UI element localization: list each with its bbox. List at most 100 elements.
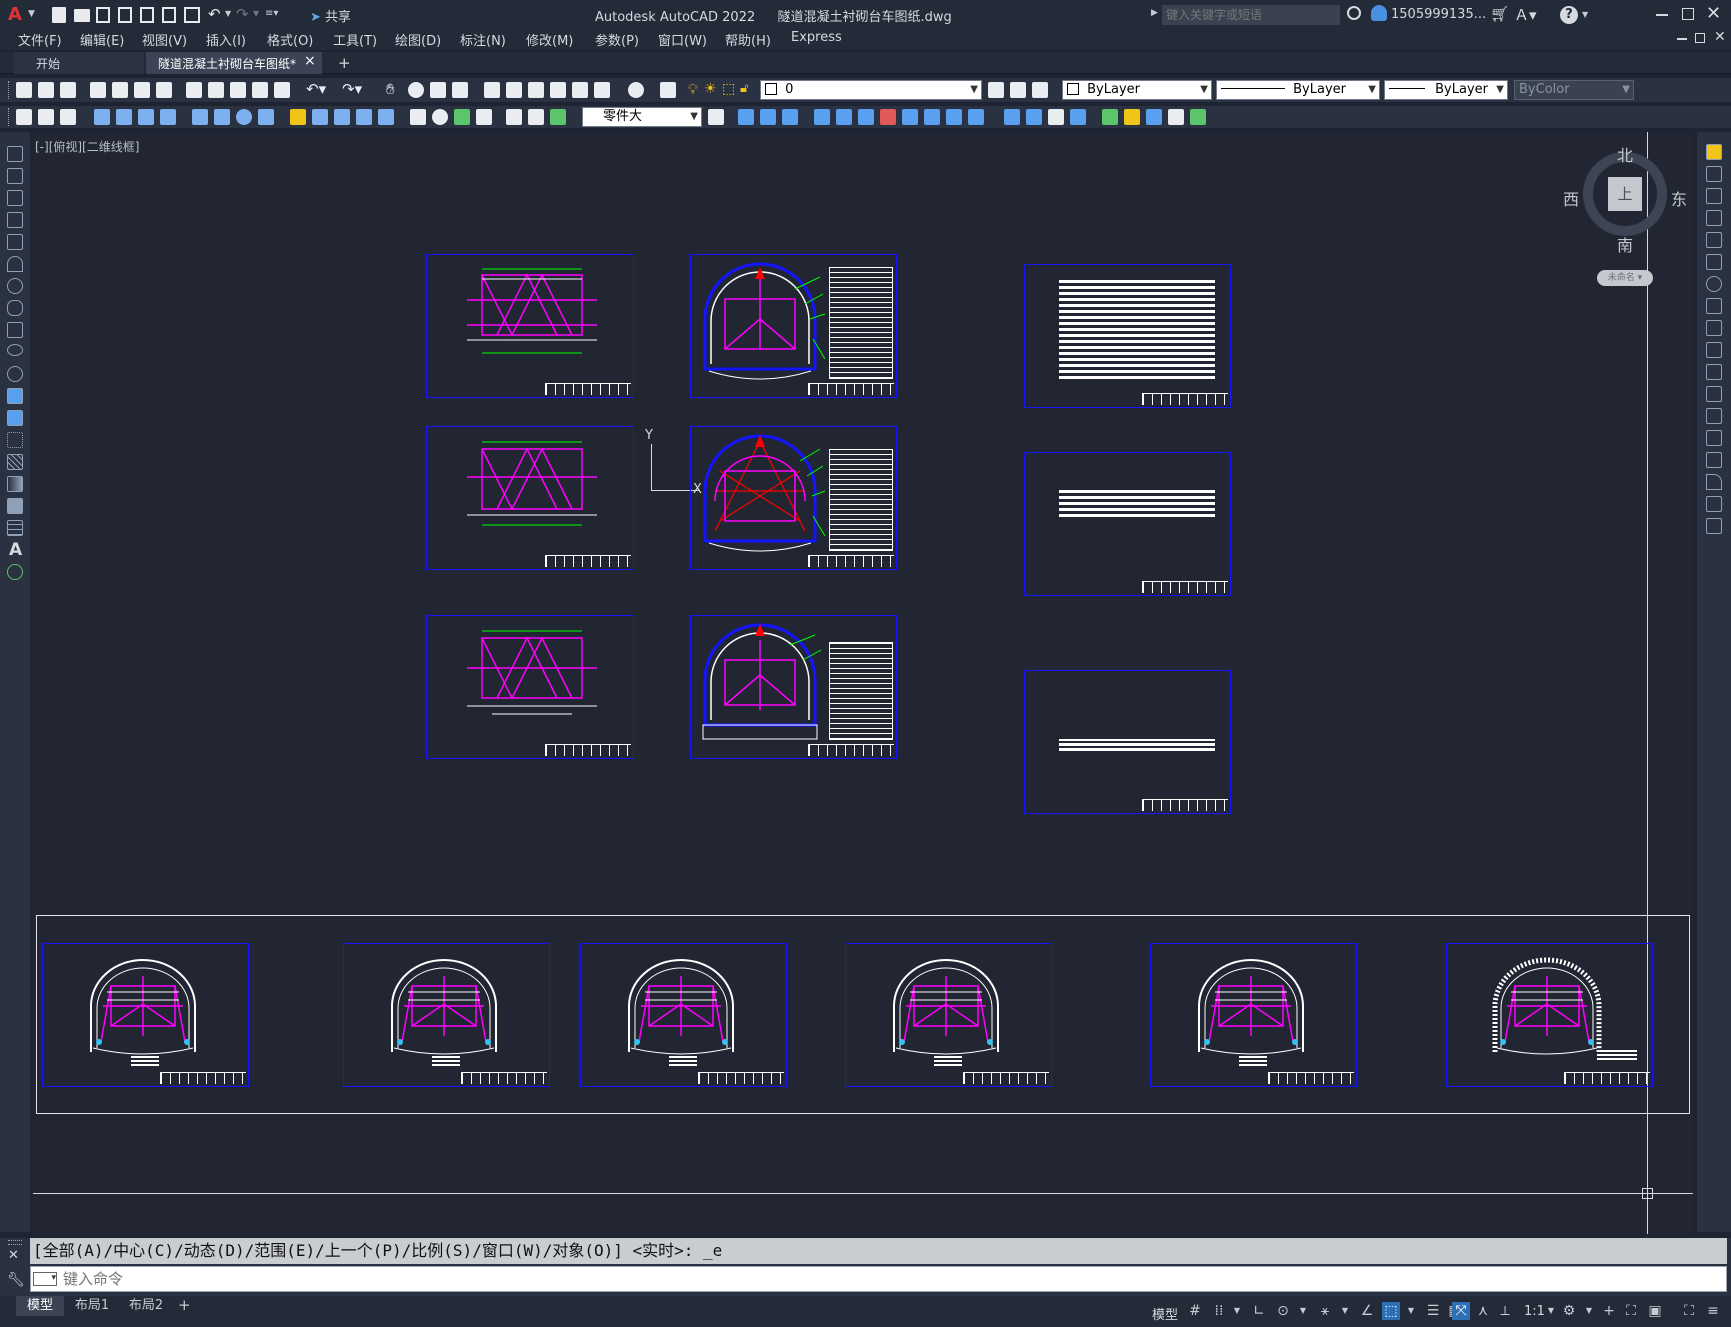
dim-edit-icon[interactable] (506, 109, 522, 125)
grid-icon[interactable]: # (1186, 1302, 1204, 1320)
explode-icon[interactable] (1706, 518, 1722, 534)
modify-d-icon[interactable] (814, 109, 830, 125)
dim-break-icon[interactable] (378, 109, 394, 125)
quick-dim-icon[interactable] (290, 109, 306, 125)
viewcube-top-face[interactable]: 上 (1608, 177, 1642, 211)
annotation-visibility-icon[interactable]: ⋏ (1474, 1302, 1492, 1320)
compass-east-label[interactable]: 东 (1671, 186, 1687, 210)
search-icon[interactable] (1347, 6, 1361, 20)
clean-screen-icon[interactable]: ⛶ (1680, 1302, 1698, 1320)
save-icon[interactable] (96, 7, 110, 23)
workspace-dropdown-icon[interactable]: ▼ (1580, 1302, 1598, 1320)
quickcalc-icon[interactable] (594, 82, 610, 98)
command-input[interactable] (63, 1269, 1663, 1289)
layer-states-icon[interactable] (1032, 82, 1048, 98)
drawing-sheet-section-2[interactable] (690, 426, 897, 570)
diameter-dim-icon[interactable] (236, 109, 252, 125)
tool-c-icon[interactable] (60, 109, 76, 125)
scale-icon[interactable] (1706, 298, 1722, 314)
add-selected-icon[interactable] (7, 564, 23, 580)
undo-icon[interactable]: ↶▾ (306, 80, 326, 98)
save-web-icon[interactable] (162, 7, 176, 23)
share-button[interactable]: ➤ 共享 (310, 6, 351, 25)
modify-t-icon[interactable] (1190, 109, 1206, 125)
block-editor-icon[interactable] (274, 82, 290, 98)
tool-palettes-icon[interactable] (528, 82, 544, 98)
polar-dropdown-icon[interactable]: ▼ (1294, 1302, 1312, 1320)
spline-icon[interactable] (7, 322, 23, 338)
modify-k-icon[interactable] (968, 109, 984, 125)
copy-icon[interactable] (208, 82, 224, 98)
drawing-sheet-notes-2[interactable] (1024, 452, 1231, 596)
selection-cycling-icon[interactable]: ⤧ (1452, 1302, 1470, 1320)
drawing-sheet-elevation-1[interactable] (426, 254, 634, 398)
zoom-realtime-icon[interactable] (408, 82, 424, 98)
autocad-logo-icon[interactable]: A (8, 5, 28, 25)
modify-l-icon[interactable] (1004, 109, 1020, 125)
menu-parametric[interactable]: 参数(P) (595, 30, 639, 49)
ortho-icon[interactable]: ∟ (1250, 1302, 1268, 1320)
recent-commands-icon[interactable]: ▾ (33, 1272, 57, 1286)
help-icon[interactable]: ? (1560, 6, 1578, 24)
drawing-canvas[interactable]: [-][俯视][二维线框] Y X 上 北 南 东 西 未命名 ▾ (33, 132, 1693, 1234)
menu-dimension[interactable]: 标注(N) (460, 30, 506, 49)
help-dropdown-icon[interactable]: ▼ (1582, 10, 1588, 19)
workspace-gear-icon[interactable]: ⚙ (1560, 1302, 1578, 1320)
autodesk-app-icon[interactable]: Ａ▾ (1514, 4, 1537, 25)
viewcube[interactable]: 上 北 南 东 西 未命名 ▾ (1563, 146, 1687, 286)
modify-b-icon[interactable] (760, 109, 776, 125)
drawing-sheet-cross-section[interactable] (1446, 943, 1653, 1087)
open-file-icon[interactable] (74, 9, 90, 22)
plot-icon[interactable] (90, 82, 106, 98)
color-dropdown[interactable]: ByLayer ▼ (1062, 80, 1212, 100)
modify-r-icon[interactable] (1146, 109, 1162, 125)
tool-a-icon[interactable] (16, 109, 32, 125)
xline-icon[interactable] (7, 168, 23, 184)
ordinate-dim-icon[interactable] (160, 109, 176, 125)
zoom-previous-icon[interactable] (452, 82, 468, 98)
polygon-icon[interactable] (7, 212, 23, 228)
search-input[interactable] (1162, 5, 1340, 25)
gradient-icon[interactable] (7, 476, 23, 492)
drawing-sheet-cross-section[interactable] (845, 943, 1052, 1087)
drawing-sheet-notes-3[interactable] (1024, 670, 1231, 814)
fillet-icon[interactable] (1706, 474, 1722, 490)
menu-edit[interactable]: 编辑(E) (80, 30, 124, 49)
menu-modify[interactable]: 修改(M) (526, 30, 573, 49)
zoom-window-icon[interactable] (430, 82, 446, 98)
annotation-autoscale-icon[interactable]: ⟂ (1496, 1302, 1514, 1320)
blend-curves-icon[interactable] (1706, 496, 1722, 512)
publish-icon[interactable] (134, 82, 150, 98)
multiline-text-icon[interactable]: A (9, 540, 22, 560)
point-icon[interactable] (7, 432, 23, 448)
new-file-icon[interactable] (52, 7, 66, 23)
tool-b-icon[interactable] (38, 109, 54, 125)
dim-space-icon[interactable] (356, 109, 372, 125)
new-icon[interactable] (16, 82, 32, 98)
layout-tab-model[interactable]: 模型 (16, 1296, 64, 1316)
cart-icon[interactable]: 🛒︎ (1490, 5, 1509, 23)
customization-icon[interactable]: ≡ (1704, 1302, 1722, 1320)
dim-style-dropdown[interactable]: 零件大 ▼ (582, 107, 702, 127)
menu-window[interactable]: 窗口(W) (658, 30, 707, 49)
undo-dropdown-icon[interactable]: ▼ (225, 9, 231, 18)
dim-text-edit-icon[interactable] (528, 109, 544, 125)
command-close-icon[interactable]: ✕ (8, 1248, 19, 1263)
baseline-dim-icon[interactable] (312, 109, 328, 125)
modify-i-icon[interactable] (924, 109, 940, 125)
aligned-dim-icon[interactable] (116, 109, 132, 125)
toolbar-grip[interactable] (8, 108, 11, 126)
user-icon[interactable] (1371, 5, 1387, 21)
ellipse-arc-icon[interactable] (7, 366, 23, 382)
lineweight-icon[interactable]: ☰ (1424, 1302, 1442, 1320)
quick-properties-icon[interactable]: ▣ (1646, 1302, 1664, 1320)
jogged-linear-icon[interactable] (476, 109, 492, 125)
toolbar-grip[interactable] (8, 81, 11, 99)
modify-m-icon[interactable] (1026, 109, 1042, 125)
design-center-icon[interactable] (506, 82, 522, 98)
drawing-sheet-section-3[interactable] (690, 615, 897, 759)
tab-close-icon[interactable]: × (304, 53, 316, 69)
drawing-sheet-cross-section[interactable] (42, 943, 249, 1087)
menu-help[interactable]: 帮助(H) (725, 30, 771, 49)
drawing-sheet-cross-section[interactable] (1150, 943, 1357, 1087)
